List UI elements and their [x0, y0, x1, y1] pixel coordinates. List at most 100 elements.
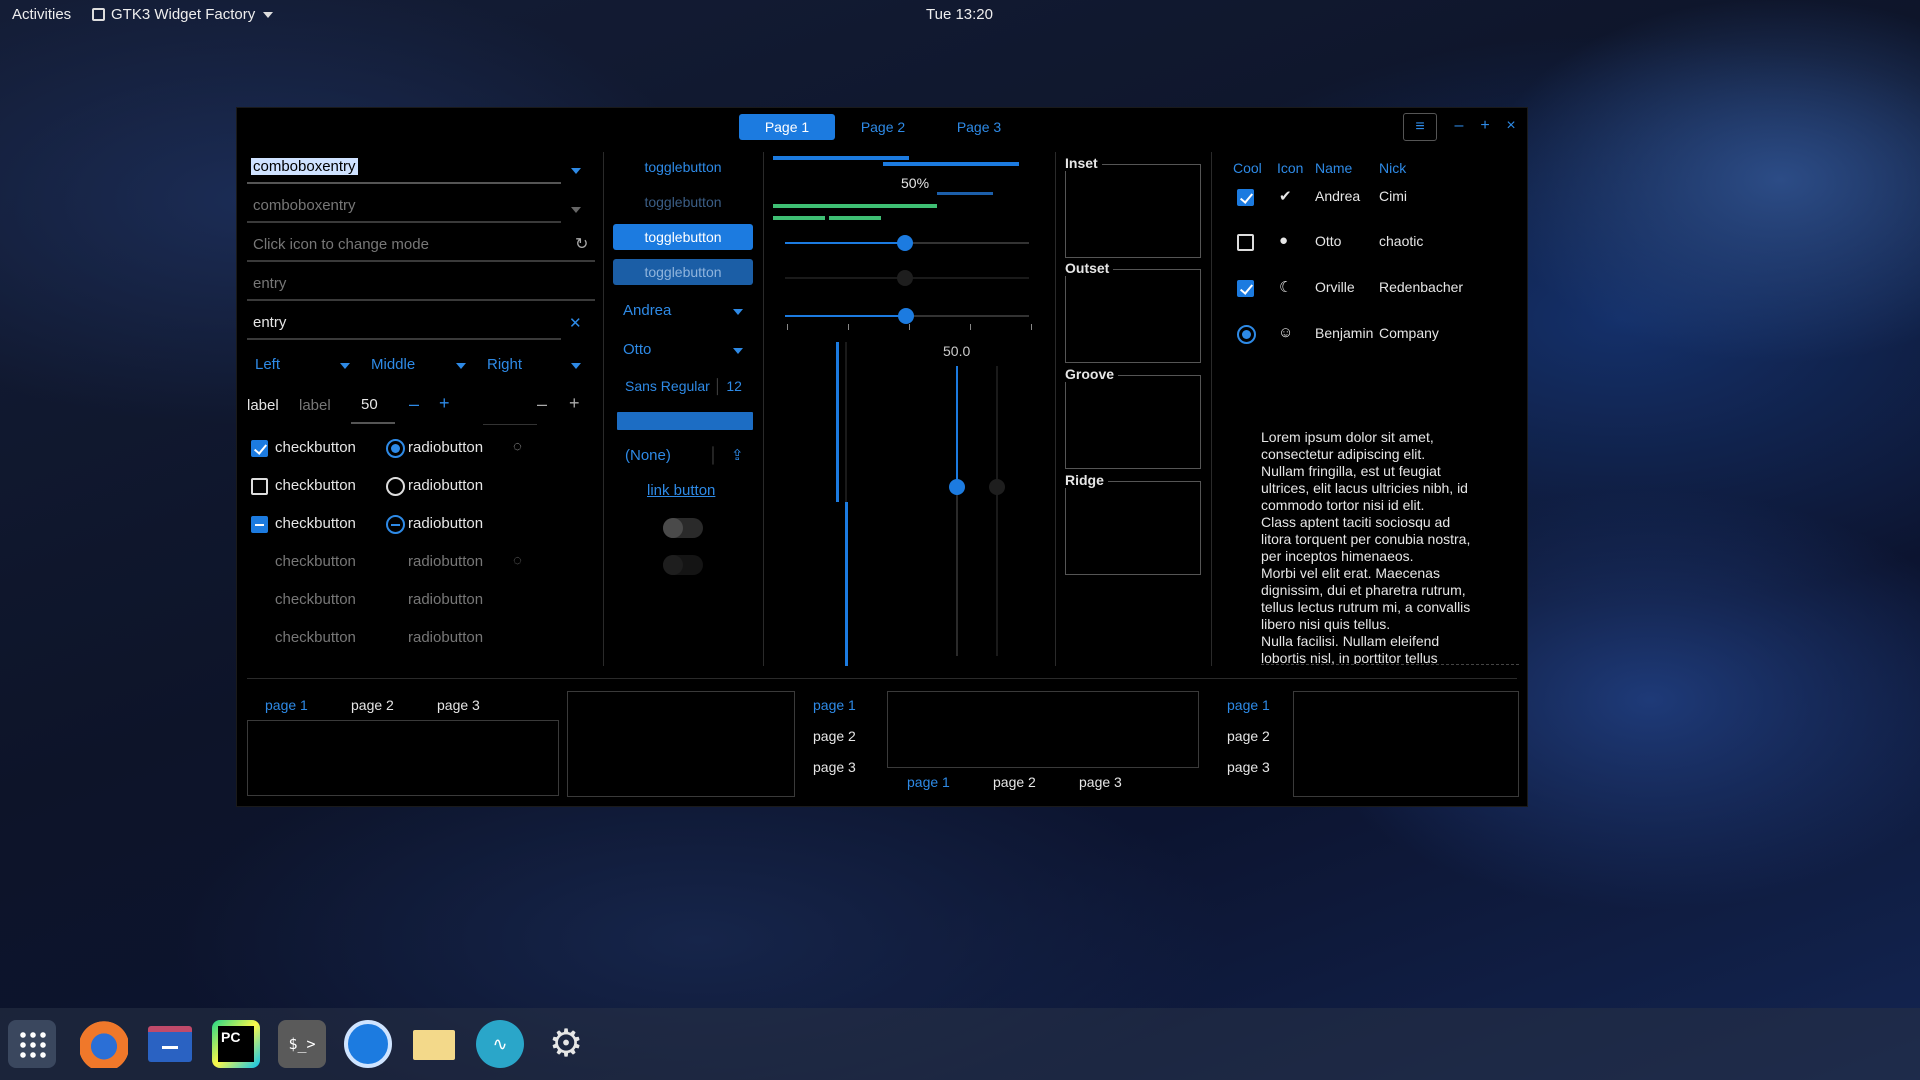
chevron-down-icon[interactable]	[456, 363, 466, 369]
combo-andrea[interactable]: Andrea	[623, 302, 671, 319]
combo-left[interactable]: Left	[255, 356, 280, 373]
progress-bar-top	[773, 156, 909, 160]
text-view[interactable]: Lorem ipsum dolor sit amet, consectetur a…	[1261, 429, 1519, 665]
font-name: Sans Regular	[625, 378, 710, 394]
link-button[interactable]: link button	[647, 482, 715, 499]
level-bar-2b	[829, 216, 881, 220]
spin2-plus-button[interactable]: +	[569, 393, 580, 414]
checkbox-checked[interactable]	[251, 440, 268, 457]
nb4-tab-3[interactable]: page 3	[1079, 774, 1122, 790]
chevron-down-icon[interactable]	[571, 168, 581, 174]
color-button[interactable]	[617, 412, 753, 430]
files-icon[interactable]	[146, 1020, 194, 1068]
tab-page-1[interactable]: Page 1	[739, 114, 835, 140]
togglebutton-1[interactable]: togglebutton	[613, 154, 753, 180]
audio-icon[interactable]: ∿	[476, 1020, 524, 1068]
switch-off[interactable]	[663, 518, 703, 538]
terminal-icon[interactable]: $_>	[278, 1020, 326, 1068]
nb5-tab-3[interactable]: page 3	[1227, 759, 1270, 775]
checkbox-mixed[interactable]	[251, 516, 268, 533]
vscale-slider[interactable]	[949, 479, 965, 495]
checkbox-unchecked[interactable]	[251, 478, 268, 495]
togglebutton-active[interactable]: togglebutton	[613, 224, 753, 250]
nb5-tab-1[interactable]: page 1	[1227, 697, 1270, 713]
app-menu[interactable]: GTK3 Widget Factory	[92, 6, 274, 23]
hscale-marks-slider[interactable]	[898, 308, 914, 324]
close-icon[interactable]: ×	[1501, 117, 1521, 135]
radio-mixed[interactable]	[386, 515, 405, 534]
header-bar: Page 1 Page 2 Page 3 ≡ – + ×	[237, 108, 1529, 146]
mode-entry[interactable]: Click icon to change mode ↻	[247, 228, 595, 262]
tree-check-andrea[interactable]	[1237, 189, 1254, 206]
radio-selected[interactable]	[386, 439, 405, 458]
checkbutton-label: checkbutton	[275, 439, 356, 456]
entry-placeholder-field[interactable]: entry	[247, 267, 595, 301]
tree-radio-benjamin[interactable]	[1237, 325, 1256, 344]
spinner-icon: ◌	[513, 438, 522, 455]
frame-outset	[1065, 269, 1201, 363]
nb5-tab-2[interactable]: page 2	[1227, 728, 1270, 744]
tree-name: Benjamin	[1315, 325, 1374, 341]
widget-factory-window: Page 1 Page 2 Page 3 ≡ – + × comboboxent…	[236, 107, 1528, 807]
spin2-minus-button[interactable]: –	[537, 394, 547, 415]
togglebutton-disabled: togglebutton	[644, 194, 722, 210]
tree-check-orville[interactable]	[1237, 280, 1254, 297]
nb3-tab-2[interactable]: page 2	[813, 728, 856, 744]
col-header-nick[interactable]: Nick	[1379, 160, 1406, 176]
checkbutton-disabled-label: checkbutton	[275, 629, 356, 646]
frame-ridge-title: Ridge	[1065, 472, 1108, 488]
minimize-icon[interactable]: –	[1449, 117, 1469, 135]
clear-icon[interactable]: ✕	[569, 314, 582, 332]
nb3-tab-1[interactable]: page 1	[813, 697, 856, 713]
spin-plus-button[interactable]: +	[439, 393, 450, 414]
moon-icon: ☾	[1279, 279, 1293, 296]
font-button[interactable]: Sans Regular │ 12	[625, 378, 742, 394]
firefox-icon[interactable]	[80, 1020, 128, 1068]
comboboxentry-1[interactable]: comboboxentry	[247, 150, 561, 184]
col-header-cool[interactable]: Cool	[1233, 160, 1262, 176]
chevron-down-icon[interactable]	[340, 363, 350, 369]
entry-text: entry	[253, 314, 287, 331]
tab-page-3[interactable]: Page 3	[931, 114, 1027, 140]
checkbutton-disabled-label: checkbutton	[275, 591, 356, 608]
mail-icon[interactable]	[410, 1020, 458, 1068]
hamburger-menu-icon[interactable]: ≡	[1403, 113, 1437, 141]
col-header-name[interactable]: Name	[1315, 160, 1352, 176]
combo-middle[interactable]: Middle	[371, 356, 415, 373]
chevron-down-icon[interactable]	[571, 363, 581, 369]
col-header-icon[interactable]: Icon	[1277, 160, 1303, 176]
refresh-icon[interactable]: ↻	[575, 234, 588, 254]
apps-grid-icon[interactable]	[8, 1020, 56, 1068]
switch-disabled	[663, 555, 703, 575]
radio-unselected[interactable]	[386, 477, 405, 496]
comboboxentry-2[interactable]: comboboxentry	[247, 189, 561, 223]
file-chooser-button[interactable]: (None)	[625, 447, 671, 464]
updater-icon[interactable]	[344, 1020, 392, 1068]
combo-right[interactable]: Right	[487, 356, 522, 373]
spin-minus-button[interactable]: –	[409, 394, 419, 415]
hscale-slider[interactable]	[897, 235, 913, 251]
nb4-tab-2[interactable]: page 2	[993, 774, 1036, 790]
chevron-down-icon[interactable]	[571, 207, 581, 213]
nb1-tab-1[interactable]: page 1	[265, 697, 308, 713]
nb1-tab-3[interactable]: page 3	[437, 697, 480, 713]
entry-field[interactable]: entry	[247, 306, 561, 340]
settings-icon[interactable]: ⚙	[542, 1020, 590, 1068]
clock[interactable]: Tue 13:20	[926, 6, 993, 23]
spin-entry[interactable]: 50	[351, 388, 395, 424]
activities-button[interactable]: Activities	[12, 6, 71, 23]
combo-otto[interactable]: Otto	[623, 341, 651, 358]
nb4-tab-1[interactable]: page 1	[907, 774, 950, 790]
nb1-tab-2[interactable]: page 2	[351, 697, 394, 713]
chevron-down-icon[interactable]	[733, 309, 743, 315]
upload-icon[interactable]: ⇪	[731, 446, 744, 464]
tab-page-2[interactable]: Page 2	[835, 114, 931, 140]
maximize-icon[interactable]: +	[1475, 117, 1495, 135]
chevron-down-icon[interactable]	[733, 348, 743, 354]
pycharm-icon[interactable]: PC	[212, 1020, 260, 1068]
tree-check-otto[interactable]	[1237, 234, 1254, 251]
nb3-tab-3[interactable]: page 3	[813, 759, 856, 775]
dock: PC $_> ∿ ⚙	[0, 1008, 1920, 1080]
checkbutton-disabled-label: checkbutton	[275, 553, 356, 570]
mode-entry-placeholder: Click icon to change mode	[253, 236, 429, 253]
